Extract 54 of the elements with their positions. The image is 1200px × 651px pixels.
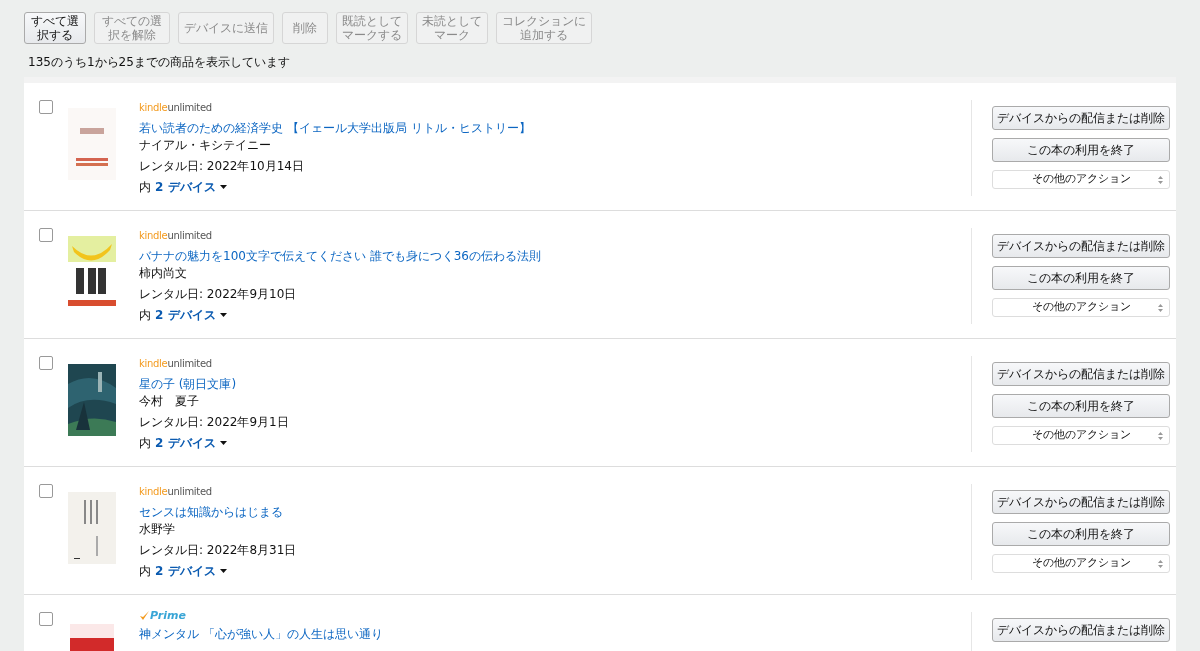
caret-icon[interactable]	[219, 569, 227, 573]
author-text: 今村 夏子	[139, 394, 200, 408]
action-button[interactable]: デバイスからの配信または削除	[992, 106, 1170, 130]
actions-dropdown[interactable]: その他のアクション	[992, 554, 1170, 573]
book-title-link[interactable]: バナナの魅力を100文字で伝えてください 誰でも身につく36の伝わる法則	[139, 248, 541, 264]
actions-dropdown[interactable]: その他のアクション	[992, 298, 1170, 317]
action-button[interactable]: デバイスからの配信または削除	[992, 234, 1170, 258]
toolbar-button[interactable]: すべて選択する	[24, 12, 86, 44]
checkbox[interactable]	[39, 100, 53, 114]
sort-arrows-icon	[1158, 304, 1163, 312]
book-title-link[interactable]: 神メンタル 「心が強い人」の人生は思い通り	[139, 626, 383, 642]
item-count-text: 135のうち1から25までの商品を表示しています	[27, 54, 291, 71]
author-text: 柿内尚文	[139, 266, 188, 280]
kindle-unlimited-logo: kindleunlimited	[139, 486, 212, 498]
action-button[interactable]: この本の利用を終了	[992, 522, 1170, 546]
sort-arrows-icon	[1158, 560, 1163, 568]
action-button[interactable]: デバイスからの配信または削除	[992, 362, 1170, 386]
actions-dropdown[interactable]: その他のアクション	[992, 426, 1170, 445]
action-button[interactable]: デバイスからの配信または削除	[992, 490, 1170, 514]
devices-label: 内	[139, 180, 151, 194]
devices-label: 内	[139, 308, 151, 322]
action-button[interactable]: デバイスからの配信または削除	[992, 618, 1170, 642]
caret-icon[interactable]	[219, 441, 227, 445]
rental-date-text: レンタル日: 2022年10月14日	[139, 159, 305, 173]
devices-link[interactable]: 2 デバイス	[155, 308, 216, 322]
author-text: ナイアル・キシテイニー	[139, 138, 272, 152]
actions-dropdown[interactable]: その他のアクション	[992, 170, 1170, 189]
checkbox[interactable]	[39, 356, 53, 370]
action-button[interactable]: この本の利用を終了	[992, 266, 1170, 290]
checkbox[interactable]	[39, 612, 53, 626]
devices-label: 内	[139, 436, 151, 450]
rental-date-text: レンタル日: 2022年9月10日	[139, 287, 298, 301]
kindle-unlimited-logo: kindleunlimited	[139, 102, 212, 114]
rental-date-text: レンタル日: 2022年8月31日	[139, 543, 298, 557]
prime-logo: Prime	[150, 610, 186, 622]
devices-label: 内	[139, 564, 151, 578]
author-text: 水野学	[139, 522, 176, 536]
kindle-unlimited-logo: kindleunlimited	[139, 230, 212, 242]
caret-icon[interactable]	[219, 313, 227, 317]
book-title-link[interactable]: センスは知識からはじまる	[139, 504, 283, 520]
sort-arrows-icon	[1158, 176, 1163, 184]
checkbox[interactable]	[39, 228, 53, 242]
checkbox[interactable]	[39, 484, 53, 498]
rental-date-text: レンタル日: 2022年9月1日	[139, 415, 290, 429]
book-title-link[interactable]: 星の子 (朝日文庫)	[139, 376, 237, 392]
book-title-link[interactable]: 若い読者のための経済学史 【イェール大学出版局 リトル・ヒストリー】	[139, 120, 531, 136]
devices-link[interactable]: 2 デバイス	[155, 436, 216, 450]
action-button[interactable]: この本の利用を終了	[992, 394, 1170, 418]
kindle-unlimited-logo: kindleunlimited	[139, 358, 212, 370]
devices-link[interactable]: 2 デバイス	[155, 564, 216, 578]
action-button[interactable]: この本の利用を終了	[992, 138, 1170, 162]
sort-arrows-icon	[1158, 432, 1163, 440]
devices-link[interactable]: 2 デバイス	[155, 180, 216, 194]
caret-icon[interactable]	[219, 185, 227, 189]
